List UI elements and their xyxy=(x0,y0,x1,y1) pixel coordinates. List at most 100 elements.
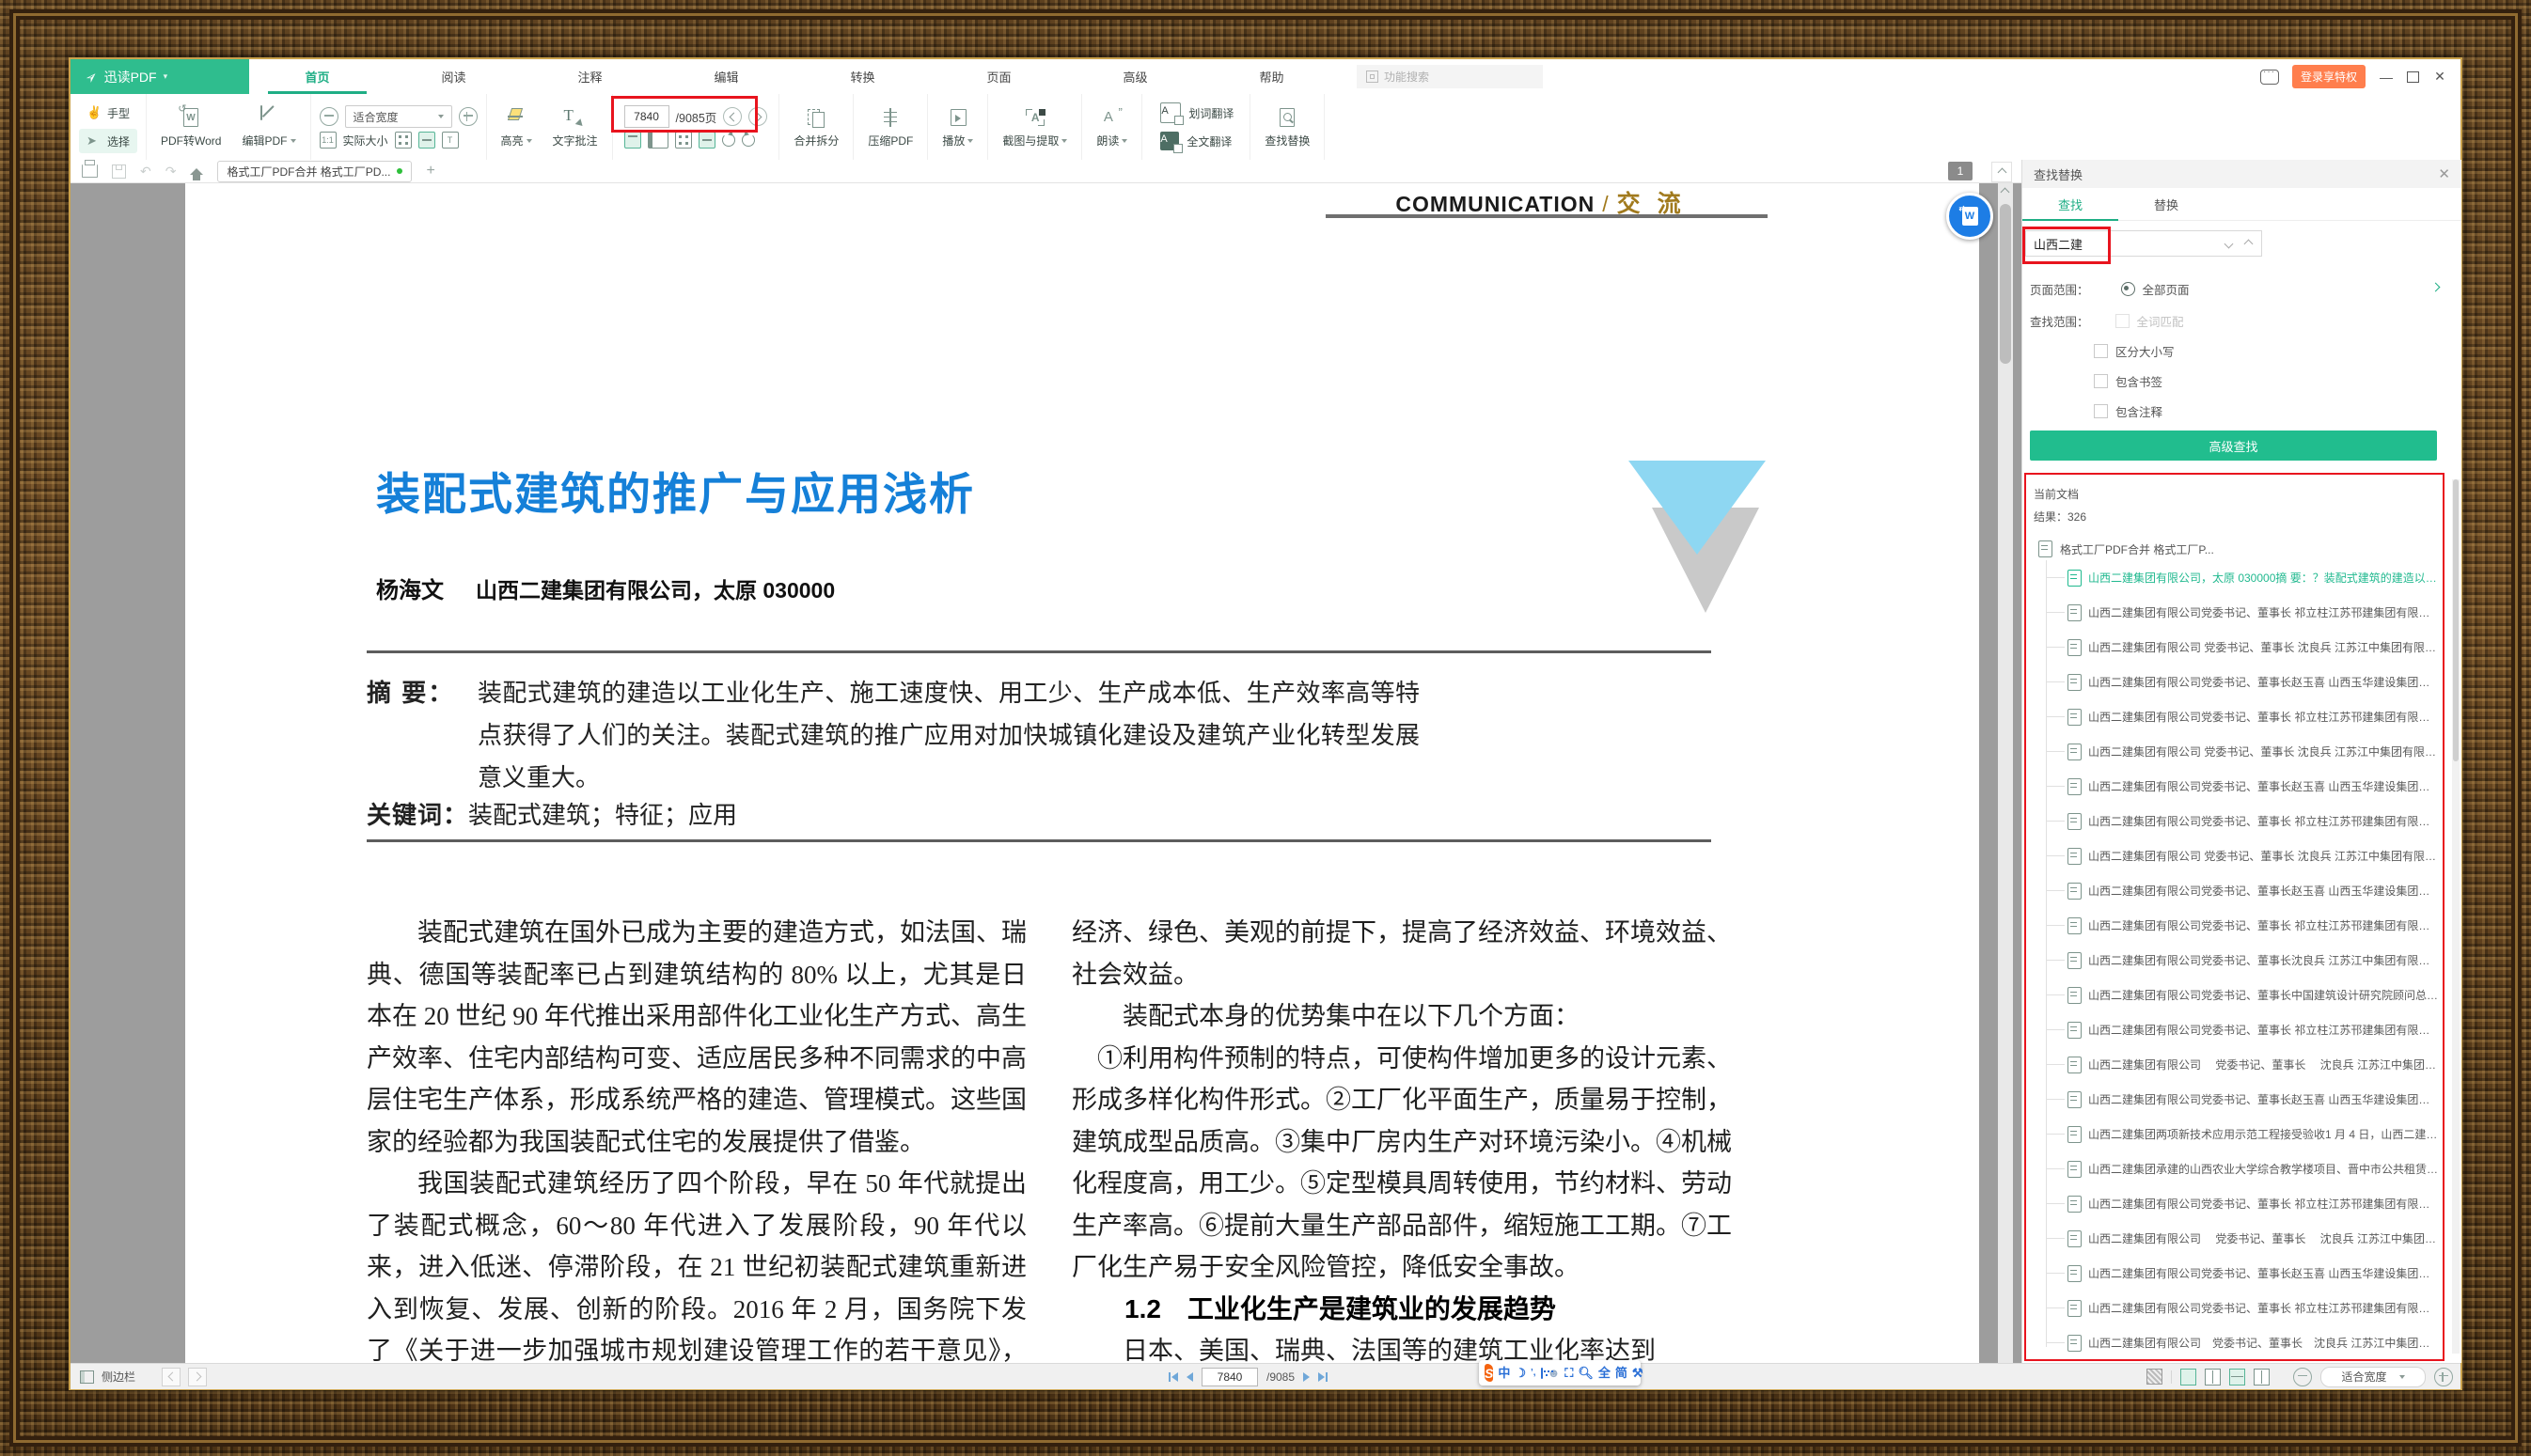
print-icon[interactable] xyxy=(82,164,98,178)
feature-search-box[interactable]: 功能搜索 xyxy=(1357,65,1543,88)
result-item[interactable]: 山西二建集团有限公司党委书记、董事长赵玉喜 山西玉华建设集团有限... xyxy=(2026,1082,2443,1117)
first-page-button[interactable] xyxy=(1169,1372,1178,1382)
find-replace-button[interactable]: 查找替换 xyxy=(1259,106,1315,149)
play-button[interactable]: 播放 xyxy=(936,106,979,149)
text-annotation-button[interactable]: T 文字批注 xyxy=(547,106,604,149)
panel-scrollbar[interactable] xyxy=(2452,479,2460,1354)
radio-all-pages[interactable] xyxy=(2121,282,2135,296)
background-pattern-icon[interactable] xyxy=(2146,1369,2162,1385)
ime-simplified-mode[interactable]: 简 xyxy=(1615,1367,1627,1379)
merge-split-button[interactable]: 合并拆分 xyxy=(788,106,844,149)
next-page-button[interactable] xyxy=(748,107,767,126)
app-logo[interactable]: ➢ 迅读PDF ▾ xyxy=(71,59,249,94)
menu-tab[interactable]: 阅读 xyxy=(385,59,522,94)
pdf-to-word-button[interactable]: W PDF转Word xyxy=(155,106,227,149)
fit-view-button[interactable] xyxy=(699,132,715,149)
vertical-scrollbar[interactable] xyxy=(1998,183,2013,1363)
restore-button[interactable] xyxy=(2407,71,2419,83)
find-next-chevron-icon[interactable] xyxy=(2224,239,2234,248)
result-item[interactable]: 山西二建集团承建的山西农业大学综合教学楼项目、晋中市公共租赁住房... xyxy=(2026,1151,2443,1186)
page-number-input[interactable]: 7840 xyxy=(624,105,669,128)
result-item[interactable]: 山西二建集团有限公司，太原 030000摘 要：？装配式建筑的建造以工... xyxy=(2026,560,2443,595)
panel-close-icon[interactable]: ✕ xyxy=(2438,165,2450,182)
fit-width-button[interactable] xyxy=(418,132,435,149)
page-range-expand-icon[interactable] xyxy=(2431,283,2441,292)
home-icon[interactable] xyxy=(190,168,203,175)
pdf-to-word-float-button[interactable]: W xyxy=(1946,193,1993,240)
results-root-item[interactable]: 格式工厂PDF合并 格式工厂P... xyxy=(2026,538,2443,560)
result-item[interactable]: 山西二建集团有限公司党委书记、董事长 祁立柱江苏邗建集团有限公司... xyxy=(2026,595,2443,630)
history-forward-button[interactable] xyxy=(188,1368,207,1386)
status-zoom-select[interactable]: 适合宽度 xyxy=(2320,1367,2426,1387)
prev-page-button[interactable] xyxy=(723,107,742,126)
result-item[interactable]: 山西二建集团有限公司 党委书记、董事长 沈良兵 江苏江中集团有限... xyxy=(2026,1221,2443,1256)
checkbox-include-bookmarks[interactable] xyxy=(2094,374,2108,388)
result-item[interactable]: 山西二建集团有限公司 党委书记、董事长 沈良兵 江苏江中集团有限公司... xyxy=(2026,630,2443,665)
ime-search-icon[interactable]: 🔍︎ xyxy=(1578,1367,1594,1379)
ime-keyboard-icon[interactable] xyxy=(1541,1368,1543,1379)
panel-scrollbar-thumb[interactable] xyxy=(2453,479,2459,761)
hand-tool-button[interactable]: ✌ 手型 xyxy=(79,101,137,125)
result-item[interactable]: 山西二建集团有限公司 党委书记、董事长 沈良兵 江苏江中集团有限 xyxy=(2026,1325,2443,1360)
close-button[interactable]: ✕ xyxy=(2432,69,2447,85)
result-item[interactable]: 山西二建集团两项新技术应用示范工程接受验收1 月 4 日，山西二建集团... xyxy=(2026,1117,2443,1151)
highlight-button[interactable]: 高亮 xyxy=(495,106,538,149)
menu-tab[interactable]: 注释 xyxy=(522,59,658,94)
result-item[interactable]: 山西二建集团有限公司 党委书记、董事长 沈良兵 江苏江中集团有限公司... xyxy=(2026,734,2443,769)
single-page-view-button[interactable] xyxy=(624,132,641,149)
result-item[interactable]: 山西二建集团有限公司党委书记、董事长沈良兵 江苏江中集团有限公司... xyxy=(2026,943,2443,978)
zoom-out-button[interactable] xyxy=(320,107,338,126)
two-page-layout-button[interactable] xyxy=(2205,1369,2221,1386)
result-item[interactable]: 山西二建集团有限公司党委书记、董事长中国建筑设计研究院顾问总工程... xyxy=(2026,978,2443,1012)
scrollbar-thumb[interactable] xyxy=(2000,204,2011,364)
compress-pdf-button[interactable]: 压缩PDF xyxy=(862,106,919,149)
result-item[interactable]: 山西二建集团有限公司党委书记、董事长 祁立柱江苏邗建集团有限公司... xyxy=(2026,804,2443,838)
result-item[interactable]: 山西二建集团有限公司党委书记、董事长 祁立柱江苏邗建集团有限公司... xyxy=(2026,699,2443,734)
menu-tab[interactable]: 高级 xyxy=(1067,59,1203,94)
ime-moon-icon[interactable]: ☽ xyxy=(1515,1367,1526,1379)
ime-fullwidth-mode[interactable]: 全 xyxy=(1598,1367,1611,1379)
menu-tab[interactable]: 首页 xyxy=(249,59,385,94)
result-item[interactable]: 山西二建集团有限公司党委书记、董事长 祁立柱江苏邗建集团有限公司... xyxy=(2026,1186,2443,1221)
result-item[interactable]: 山西二建集团有限公司党委书记、董事长赵玉喜 山西玉华建设集团有限... xyxy=(2026,665,2443,699)
checkbox-case-sensitive[interactable] xyxy=(2094,344,2108,358)
word-translate-button[interactable]: A 划词翻译 xyxy=(1151,101,1241,125)
status-page-input[interactable]: 7840 xyxy=(1202,1368,1258,1386)
result-item[interactable]: 山西二建集团有限公司党委书记、董事长 祁立柱江苏邗建集团有限公司... xyxy=(2026,1291,2443,1325)
zoom-in-button[interactable] xyxy=(459,107,478,126)
ime-punctuation-icon[interactable]: ’, xyxy=(1531,1369,1536,1378)
menu-tab[interactable]: 帮助 xyxy=(1203,59,1340,94)
edit-pdf-button[interactable]: 编辑PDF xyxy=(236,106,301,149)
menu-tab[interactable]: 编辑 xyxy=(658,59,794,94)
sidebar-toggle-icon[interactable] xyxy=(80,1370,94,1384)
prev-page-button[interactable] xyxy=(1187,1372,1193,1382)
read-aloud-button[interactable]: A 朗读 xyxy=(1091,106,1133,149)
new-tab-button[interactable]: + xyxy=(426,163,434,180)
tab-find[interactable]: 查找 xyxy=(2022,188,2118,220)
search-input[interactable]: 山西二建 xyxy=(2025,230,2262,257)
result-item[interactable]: 山西二建集团有限公司党委书记、董事长 祁立柱江苏邗建集团有限公司... xyxy=(2026,908,2443,943)
document-tab[interactable]: 格式工厂PDF合并 格式工厂PD... xyxy=(217,161,412,182)
document-viewport[interactable]: COMMUNICATION/交流 装配式建筑的推广与应用浅析 杨海文山西二建集团… xyxy=(71,183,2021,1363)
screenshot-extract-button[interactable]: A 截图与提取 xyxy=(997,106,1073,149)
scroll-top-button[interactable] xyxy=(1991,162,2012,182)
status-zoom-in-button[interactable] xyxy=(2434,1368,2453,1386)
history-back-button[interactable] xyxy=(162,1368,181,1386)
login-button[interactable]: 登录享特权 xyxy=(2292,65,2366,88)
menu-tab[interactable]: 页面 xyxy=(931,59,1067,94)
tab-replace[interactable]: 替换 xyxy=(2118,188,2214,220)
result-item[interactable]: 山西二建集团有限公司党委书记、董事长赵玉喜 山西玉华建设集团有限... xyxy=(2026,769,2443,804)
ime-skin-icon[interactable]: ⛶ xyxy=(1564,1367,1573,1379)
ime-toolbar[interactable]: S 中 ☽ ’, ☻ ⛶ 🔍︎ 全 简 ⚒ xyxy=(1479,1360,1641,1386)
actual-size-icon[interactable]: 1:1 xyxy=(320,132,337,149)
checkbox-whole-word[interactable] xyxy=(2115,314,2130,328)
two-page-view-button[interactable] xyxy=(648,132,668,149)
ime-chinese-mode[interactable]: 中 xyxy=(1498,1367,1510,1379)
undo-icon[interactable]: ↶ xyxy=(140,164,151,178)
sogou-logo-icon[interactable]: S xyxy=(1485,1364,1493,1382)
ime-wrench-icon[interactable]: ⚒ xyxy=(1632,1367,1643,1379)
scrollbar-up-arrow[interactable] xyxy=(2002,185,2008,198)
fit-text-button[interactable]: T xyxy=(442,132,459,149)
zoom-level-select[interactable]: 适合宽度 xyxy=(345,105,452,128)
find-prev-chevron-icon[interactable] xyxy=(2244,239,2254,248)
